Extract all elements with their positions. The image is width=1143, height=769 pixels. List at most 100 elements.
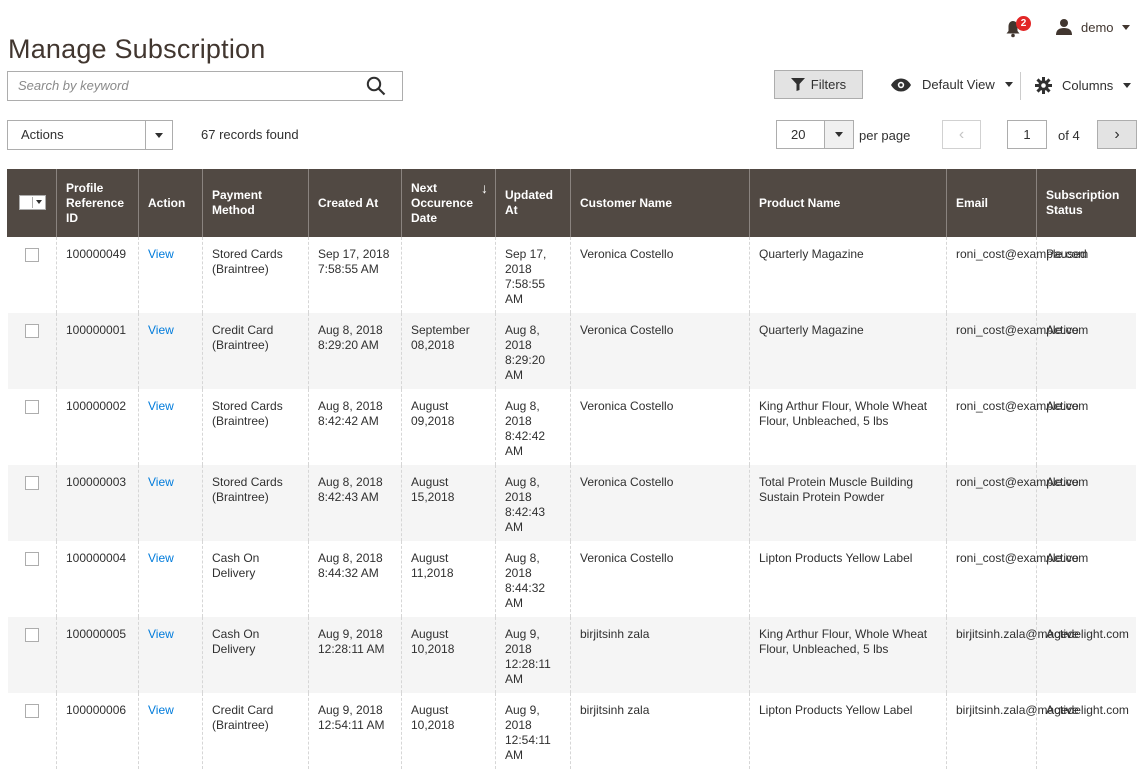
product-cell: Lipton Products Yellow Label: [749, 693, 947, 769]
row-checkbox[interactable]: [24, 704, 39, 718]
created-cell: Aug 9, 2018 12:54:11 AM: [308, 693, 402, 769]
column-header[interactable]: Updated At: [495, 169, 571, 237]
created-cell: Aug 9, 2018 12:28:11 AM: [308, 617, 402, 693]
profile-id-cell: 100000003: [56, 465, 139, 541]
updated-cell: Aug 8, 2018 8:42:42 AM: [495, 389, 571, 465]
payment-cell: Credit Card (Braintree): [202, 693, 309, 769]
row-checkbox[interactable]: [24, 324, 39, 338]
actions-label: Actions: [21, 127, 64, 142]
status-cell: Active: [1036, 693, 1136, 769]
column-header[interactable]: Created At: [308, 169, 402, 237]
next-date-cell: August 10,2018: [401, 617, 496, 693]
column-header[interactable]: Profile Reference ID: [56, 169, 139, 237]
email-cell: roni_cost@example.com: [946, 541, 1088, 617]
row-select-cell: [7, 617, 57, 693]
next-page-button[interactable]: ›: [1097, 120, 1137, 149]
view-label: Default View: [922, 77, 995, 92]
chevron-down-icon[interactable]: [824, 121, 853, 148]
next-date-cell: [401, 237, 496, 313]
action-cell: View: [138, 237, 203, 313]
customer-cell: Veronica Costello: [570, 313, 750, 389]
action-cell: View: [138, 465, 203, 541]
per-page-select[interactable]: 20: [776, 120, 854, 149]
column-header-sorted[interactable]: ↓ Next Occurence Date: [401, 169, 496, 237]
payment-cell: Stored Cards (Braintree): [202, 465, 309, 541]
notifications-badge: 2: [1016, 16, 1031, 31]
row-select-cell: [7, 313, 57, 389]
profile-id-cell: 100000005: [56, 617, 139, 693]
row-select-cell: [7, 541, 57, 617]
table-row: 100000005 View Cash On Delivery Aug 9, 2…: [7, 617, 1136, 693]
status-cell: Active: [1036, 617, 1136, 693]
customer-cell: Veronica Costello: [570, 389, 750, 465]
next-date-cell: August 15,2018: [401, 465, 496, 541]
product-cell: King Arthur Flour, Whole Wheat Flour, Un…: [749, 617, 947, 693]
search-icon[interactable]: [366, 76, 386, 96]
funnel-icon: [790, 78, 805, 91]
view-link[interactable]: View: [148, 475, 174, 489]
row-checkbox[interactable]: [24, 628, 39, 642]
updated-cell: Aug 9, 2018 12:54:11 AM: [495, 693, 571, 769]
subscriptions-table: Profile Reference ID Action Payment Meth…: [7, 169, 1136, 769]
row-checkbox[interactable]: [24, 552, 39, 566]
chevron-down-icon: [1004, 82, 1013, 87]
email-cell: roni_cost@example.com: [946, 465, 1088, 541]
action-cell: View: [138, 617, 203, 693]
row-select-cell: [7, 389, 57, 465]
column-header[interactable]: Product Name: [749, 169, 947, 237]
columns-label: Columns: [1062, 78, 1114, 93]
column-header[interactable]: Payment Method: [202, 169, 309, 237]
table-row: 100000004 View Cash On Delivery Aug 8, 2…: [7, 541, 1136, 617]
per-page-value: 20: [791, 127, 806, 142]
profile-id-cell: 100000001: [56, 313, 139, 389]
product-cell: King Arthur Flour, Whole Wheat Flour, Un…: [749, 389, 947, 465]
eye-icon: [891, 78, 911, 91]
column-header[interactable]: Subscription Status: [1036, 169, 1136, 237]
payment-cell: Stored Cards (Braintree): [202, 389, 309, 465]
updated-cell: Aug 8, 2018 8:44:32 AM: [495, 541, 571, 617]
row-checkbox[interactable]: [24, 476, 39, 490]
table-row: 100000001 View Credit Card (Braintree) A…: [7, 313, 1136, 389]
updated-cell: Aug 8, 2018 8:42:43 AM: [495, 465, 571, 541]
column-header[interactable]: Email: [946, 169, 1037, 237]
payment-cell: Cash On Delivery: [202, 541, 309, 617]
created-cell: Sep 17, 2018 7:58:55 AM: [308, 237, 402, 313]
row-checkbox[interactable]: [24, 400, 39, 414]
user-icon: [1056, 19, 1072, 35]
chevron-down-icon[interactable]: [145, 121, 172, 149]
column-header[interactable]: Customer Name: [570, 169, 750, 237]
view-link[interactable]: View: [148, 247, 174, 261]
action-cell: View: [138, 541, 203, 617]
toolbar-divider: [1020, 72, 1021, 100]
row-select-cell: [7, 465, 57, 541]
chevron-down-icon: [31, 196, 45, 208]
user-menu[interactable]: demo: [1055, 18, 1130, 36]
notifications-button[interactable]: 2: [1005, 16, 1031, 40]
previous-page-button[interactable]: ‹: [942, 120, 981, 149]
customer-cell: birjitsinh zala: [570, 617, 750, 693]
view-link[interactable]: View: [148, 399, 174, 413]
customer-cell: birjitsinh zala: [570, 693, 750, 769]
action-cell: View: [138, 693, 203, 769]
table-row: 100000002 View Stored Cards (Braintree) …: [7, 389, 1136, 465]
filters-button[interactable]: Filters: [774, 70, 863, 99]
columns-button[interactable]: Columns: [1035, 77, 1132, 94]
product-cell: Quarterly Magazine: [749, 237, 947, 313]
search-input[interactable]: [8, 72, 368, 98]
actions-dropdown[interactable]: Actions: [7, 120, 173, 150]
view-link[interactable]: View: [148, 627, 174, 641]
select-all-checkbox[interactable]: [18, 194, 46, 210]
updated-cell: Aug 9, 2018 12:28:11 AM: [495, 617, 571, 693]
column-header[interactable]: Action: [138, 169, 203, 237]
search-box: [7, 71, 403, 101]
row-checkbox[interactable]: [24, 248, 39, 262]
page-number-input[interactable]: 1: [1007, 120, 1047, 149]
table-row: 100000006 View Credit Card (Braintree) A…: [7, 693, 1136, 769]
view-link[interactable]: View: [148, 323, 174, 337]
view-selector[interactable]: Default View: [890, 77, 1013, 92]
view-link[interactable]: View: [148, 703, 174, 717]
chevron-left-icon: ‹: [958, 125, 965, 143]
view-link[interactable]: View: [148, 551, 174, 565]
sort-arrow-icon: ↓: [481, 179, 488, 196]
updated-cell: Sep 17, 2018 7:58:55 AM: [495, 237, 571, 313]
